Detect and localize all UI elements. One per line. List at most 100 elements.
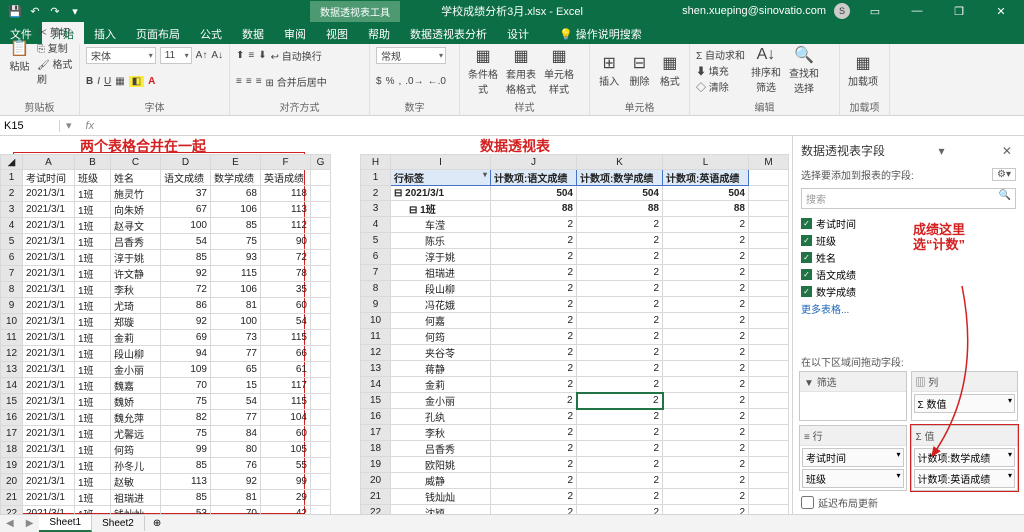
pane-gear-icon[interactable]: ⚙▾	[992, 168, 1016, 181]
cell[interactable]: 75	[211, 234, 261, 250]
cell[interactable]	[749, 345, 789, 361]
fx-icon[interactable]: fx	[78, 120, 103, 132]
cell[interactable]: 2	[577, 473, 663, 489]
rows-area[interactable]: ≡ 行 考试时间 班级	[799, 425, 907, 491]
tell-me[interactable]: 💡 操作说明搜索	[549, 22, 652, 44]
cell[interactable]: 2	[577, 329, 663, 345]
cell[interactable]: 81	[211, 490, 261, 506]
font-color-button[interactable]: A	[148, 76, 155, 87]
cell[interactable]: 2	[577, 505, 663, 515]
pane-close-icon[interactable]: ✕	[998, 144, 1016, 158]
pivot-row[interactable]: 蒋静	[391, 361, 491, 377]
cell[interactable]: 2	[663, 313, 749, 329]
col-header[interactable]: C	[111, 155, 161, 170]
row-header[interactable]: 7	[1, 266, 23, 282]
cell[interactable]: 99	[261, 474, 311, 490]
tab-data[interactable]: 数据	[232, 22, 274, 44]
cell[interactable]	[749, 329, 789, 345]
cut-button[interactable]: ✂ 剪切	[37, 24, 73, 39]
cell[interactable]: 85	[161, 250, 211, 266]
cell[interactable]: 92	[161, 314, 211, 330]
font-name-select[interactable]: 宋体	[86, 47, 156, 64]
cell[interactable]	[749, 233, 789, 249]
cell[interactable]: 1班	[75, 314, 111, 330]
cell[interactable]: 2	[577, 441, 663, 457]
cell[interactable]: 2	[491, 233, 577, 249]
cell[interactable]: 80	[211, 442, 261, 458]
cell[interactable]: 29	[261, 490, 311, 506]
pivot-row[interactable]: 金莉	[391, 377, 491, 393]
cell[interactable]: 数学成绩	[211, 170, 261, 186]
redo-icon[interactable]: ↷	[48, 4, 62, 18]
pivot-row[interactable]: 金小丽	[391, 393, 491, 409]
row-header[interactable]: 22	[1, 506, 23, 515]
cell[interactable]	[749, 377, 789, 393]
cell[interactable]: 92	[211, 474, 261, 490]
cell[interactable]: 2021/3/1	[23, 474, 75, 490]
cell[interactable]: 69	[161, 330, 211, 346]
qat-more-icon[interactable]: ▾	[68, 4, 82, 18]
cell[interactable]	[749, 201, 789, 217]
cell[interactable]: 84	[211, 426, 261, 442]
cell[interactable]: 1班	[75, 506, 111, 515]
row-header[interactable]: 16	[1, 410, 23, 426]
cell[interactable]: 2	[663, 377, 749, 393]
cell[interactable]: 2	[491, 281, 577, 297]
sort-filter-button[interactable]: A↓排序和筛选	[749, 46, 783, 94]
area-item[interactable]: 计数项:英语成绩	[914, 469, 1016, 488]
cell[interactable]: 金莉	[111, 330, 161, 346]
cell[interactable]: 1班	[75, 298, 111, 314]
area-item[interactable]: 班级	[802, 469, 904, 488]
cell[interactable]: 104	[261, 410, 311, 426]
tab-review[interactable]: 审阅	[274, 22, 316, 44]
cell[interactable]: 67	[161, 202, 211, 218]
cell[interactable]: 75	[161, 394, 211, 410]
cell[interactable]: 100	[211, 314, 261, 330]
minimize-icon[interactable]: —	[900, 0, 934, 22]
field-checkbox[interactable]: ✓	[801, 218, 812, 229]
cell[interactable]: 2	[491, 249, 577, 265]
cell[interactable]: 1班	[75, 346, 111, 362]
row-header[interactable]: 10	[361, 313, 391, 329]
cell[interactable]: 魏允萍	[111, 410, 161, 426]
row-header[interactable]: 7	[361, 265, 391, 281]
cell[interactable]: 2	[663, 217, 749, 233]
row-header[interactable]: 14	[361, 377, 391, 393]
row-header[interactable]: 17	[361, 425, 391, 441]
cell[interactable]: 504	[577, 186, 663, 201]
pivot-row[interactable]: 段山柳	[391, 281, 491, 297]
cell[interactable]	[749, 186, 789, 201]
col-header[interactable]: A	[23, 155, 75, 170]
cell[interactable]: 2	[577, 217, 663, 233]
cell[interactable]: 2	[577, 457, 663, 473]
tab-help[interactable]: 帮助	[358, 22, 400, 44]
dec-decimal-icon[interactable]: ←.0	[428, 76, 446, 87]
cell[interactable]	[749, 457, 789, 473]
pivot-row[interactable]: 欧阳姚	[391, 457, 491, 473]
inc-decimal-icon[interactable]: .0→	[405, 76, 423, 87]
filter-area[interactable]: ▼ 筛选	[799, 371, 907, 421]
cell[interactable]: 115	[261, 330, 311, 346]
cell[interactable]: 2	[491, 457, 577, 473]
cell[interactable]	[311, 250, 331, 266]
autosum-button[interactable]: Σ 自动求和	[696, 47, 745, 62]
cell[interactable]	[749, 441, 789, 457]
cell[interactable]: 2	[663, 361, 749, 377]
area-item[interactable]: 计数项:数学成绩	[914, 448, 1016, 467]
cell[interactable]: 英语成绩	[261, 170, 311, 186]
col-header[interactable]: G	[311, 155, 331, 170]
cell[interactable]: 2021/3/1	[23, 458, 75, 474]
cell[interactable]: 1班	[75, 394, 111, 410]
field-label[interactable]: 考试时间	[816, 216, 856, 231]
align-bot-icon[interactable]: ⬇	[258, 50, 266, 61]
increase-font-icon[interactable]: A↑	[196, 50, 208, 61]
find-select-button[interactable]: 🔍查找和选择	[787, 45, 821, 95]
cell[interactable]: 吕香秀	[111, 234, 161, 250]
pivot-row[interactable]: 何筠	[391, 329, 491, 345]
cell[interactable]: 2	[491, 265, 577, 281]
cell[interactable]	[749, 281, 789, 297]
cell[interactable]: 2	[491, 425, 577, 441]
pane-dropdown-icon[interactable]: ▾	[934, 144, 948, 158]
cell[interactable]: 106	[211, 202, 261, 218]
cell[interactable]	[749, 313, 789, 329]
